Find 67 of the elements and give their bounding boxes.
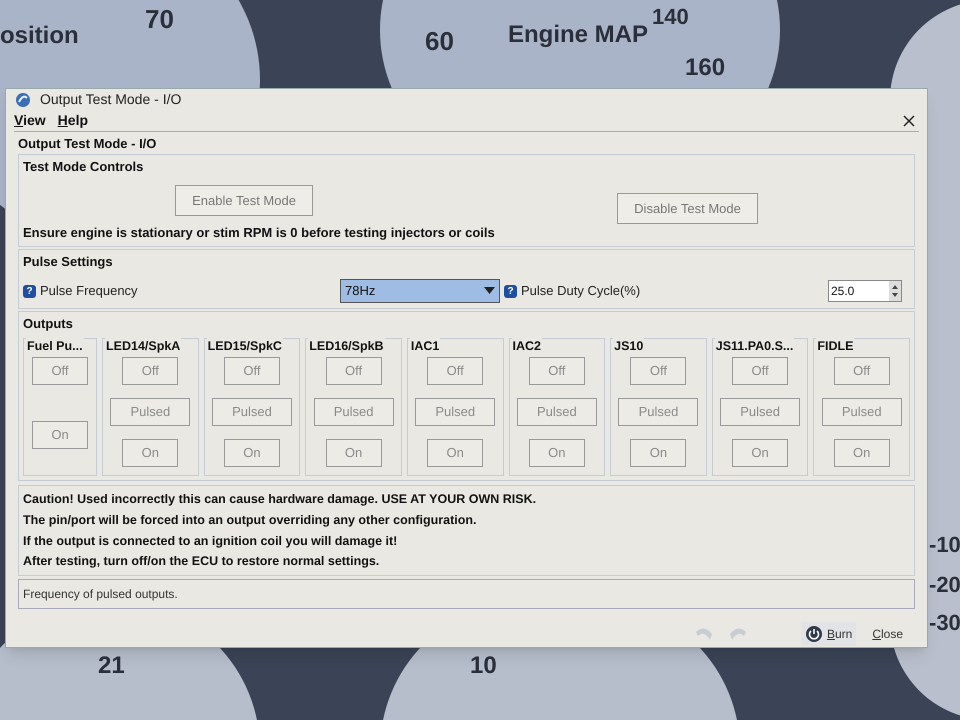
gauge-label: -20 [929, 571, 960, 599]
panel-title: Output Test Mode - I/O [18, 135, 158, 153]
pulsed-button[interactable]: Pulsed [618, 398, 698, 426]
field-label: Pulse Duty Cycle(%) [521, 282, 642, 300]
on-button[interactable]: On [834, 439, 890, 467]
field-label: Pulse Frequency [40, 282, 139, 300]
group-title: LED15/SpkC [206, 337, 283, 356]
gauge-label: 10 [470, 651, 497, 681]
group-title: LED16/SpkB [308, 337, 385, 356]
off-button[interactable]: Off [326, 357, 382, 385]
on-button[interactable]: On [326, 439, 382, 467]
pulsed-button[interactable]: Pulsed [415, 398, 496, 426]
gauge-label: -30 [929, 609, 960, 637]
off-button[interactable]: Off [732, 357, 788, 385]
help-icon[interactable]: ? [504, 284, 517, 298]
menu-item[interactable]: Help [58, 110, 88, 131]
pulsed-button[interactable]: Pulsed [212, 398, 292, 426]
caret-icon [484, 287, 495, 295]
help-icon[interactable]: ? [23, 284, 36, 298]
status-text: Frequency of pulsed outputs. [23, 586, 178, 603]
duty-cycle-spinner[interactable]: 25.0 [828, 280, 902, 302]
safety-note: Ensure engine is stationary or stim RPM is 0 before testing injectors or coils [23, 224, 496, 242]
pulsed-button[interactable]: Pulsed [822, 398, 902, 426]
gauge-label: Engine MAP [508, 20, 648, 50]
on-button[interactable]: On [224, 439, 280, 467]
on-button[interactable]: On [32, 421, 88, 449]
app-icon [14, 90, 32, 108]
section-title: Pulse Settings [23, 254, 113, 269]
window-title: Output Test Mode - I/O [40, 90, 182, 109]
gauge-label: osition [0, 21, 79, 51]
off-button[interactable]: Off [834, 357, 890, 385]
gauge-label: 21 [98, 651, 125, 681]
menu-item[interactable]: View [14, 110, 46, 131]
warning-text: The pin/port will be forced into an output overriding any other configuration. [23, 512, 478, 529]
off-button[interactable]: Off [630, 357, 686, 385]
section-title: Test Mode Controls [23, 158, 144, 174]
enable-test-mode-button[interactable]: Enable Test Mode [175, 184, 313, 216]
on-button[interactable]: On [630, 439, 686, 467]
off-button[interactable]: Off [427, 357, 484, 385]
off-button[interactable]: Off [32, 357, 88, 385]
burn-button[interactable]: Burn [800, 622, 856, 646]
gauge-label: 160 [685, 53, 726, 83]
on-button[interactable]: On [528, 439, 585, 467]
gauge-label: -10 [929, 531, 960, 559]
pulsed-button[interactable]: Pulsed [516, 398, 597, 426]
pulsed-button[interactable]: Pulsed [314, 398, 394, 426]
off-button[interactable]: Off [528, 357, 585, 385]
power-icon [804, 625, 823, 643]
pulsed-button[interactable]: Pulsed [720, 398, 800, 426]
off-button[interactable]: Off [122, 357, 178, 385]
pulsed-button[interactable]: Pulsed [110, 398, 190, 426]
warning-text: Caution! Used incorrectly this can cause hardware damage. USE AT YOUR OWN RISK. [23, 491, 538, 508]
off-button[interactable]: Off [224, 357, 280, 385]
on-button[interactable]: On [122, 439, 178, 467]
group-title: LED14/SpkA [105, 337, 182, 356]
section-title: Outputs [23, 316, 73, 331]
gauge-label: 60 [425, 25, 454, 58]
gauge-label: 70 [145, 3, 174, 36]
frequency-dropdown[interactable]: 78Hz [340, 279, 500, 303]
gauge-label: 140 [652, 3, 689, 31]
on-button[interactable]: On [427, 439, 484, 467]
disable-test-mode-button[interactable]: Disable Test Mode [617, 192, 758, 224]
warning-text: After testing, turn off/on the ECU to restore normal settings. [23, 553, 380, 570]
on-button[interactable]: On [732, 439, 788, 467]
spinner-arrows-icon[interactable] [889, 281, 901, 301]
warning-text: If the output is connected to an ignition coil you will damage it! [23, 532, 398, 550]
close-button[interactable]: Close [868, 625, 907, 643]
